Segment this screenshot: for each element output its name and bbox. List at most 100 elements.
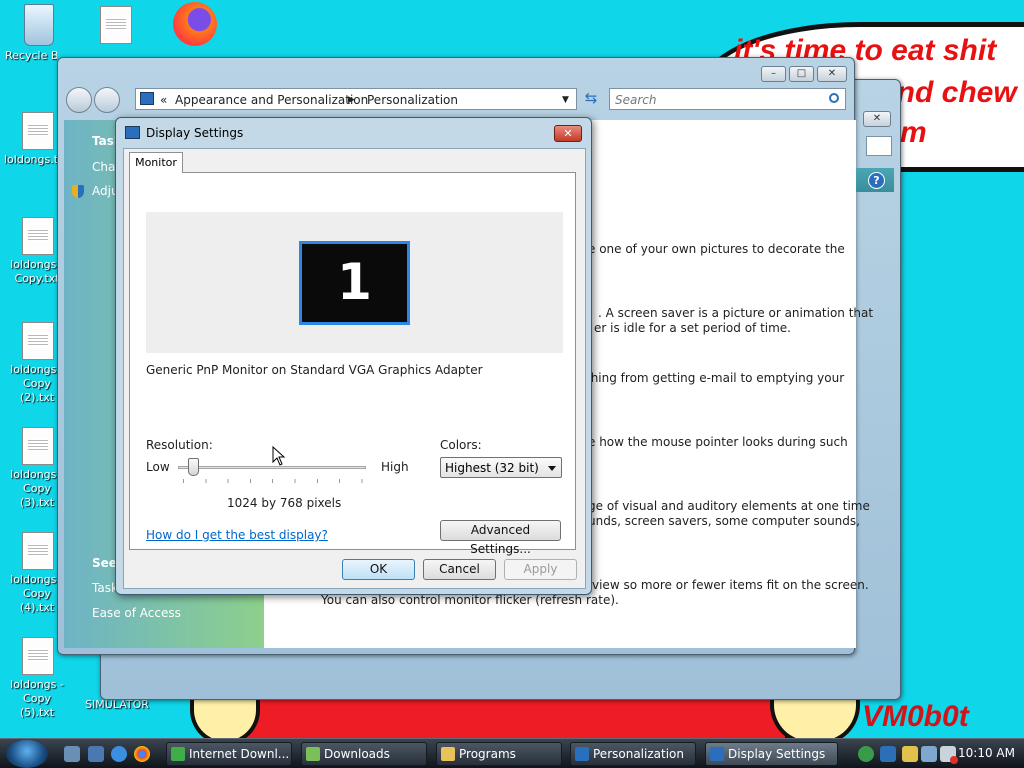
show-desktop-icon[interactable] bbox=[64, 746, 80, 762]
content-line: er is idle for a set period of time. bbox=[594, 321, 791, 335]
tray-folder-icon[interactable] bbox=[902, 746, 918, 762]
search-input[interactable]: Search bbox=[609, 88, 846, 110]
download-manager-icon bbox=[171, 747, 185, 761]
folder-icon bbox=[441, 747, 455, 761]
close-button[interactable]: ✕ bbox=[554, 125, 582, 142]
volume-muted-icon[interactable] bbox=[940, 746, 958, 764]
apply-button[interactable]: Apply bbox=[504, 559, 577, 580]
tray-network-icon[interactable] bbox=[921, 746, 937, 762]
desktop-icon-recycle-bin[interactable]: Recycle Bin bbox=[5, 4, 73, 63]
wallpaper-text-line3: m bbox=[900, 116, 927, 149]
ok-button[interactable]: OK bbox=[342, 559, 415, 580]
content-line: e one of your own pictures to decorate t… bbox=[588, 242, 845, 256]
taskbar-item-label: Programs bbox=[459, 747, 516, 761]
search-icon[interactable] bbox=[829, 93, 839, 103]
sidebar-item-ease-of-access[interactable]: Ease of Access bbox=[92, 606, 181, 620]
taskbar-item-label: Display Settings bbox=[728, 747, 826, 761]
breadcrumb-personalization[interactable]: Personalization bbox=[367, 93, 458, 107]
taskbar-item-personalization[interactable]: Personalization bbox=[570, 742, 696, 766]
background-search-box[interactable] bbox=[866, 136, 892, 156]
chevron-down-icon bbox=[548, 466, 556, 471]
tab-monitor[interactable]: Monitor bbox=[129, 152, 183, 173]
taskbar-item-label: Internet Downl... bbox=[189, 747, 290, 761]
minimize-button[interactable]: – bbox=[761, 66, 786, 82]
internet-explorer-icon[interactable] bbox=[111, 746, 127, 762]
resolution-high-label: High bbox=[381, 460, 409, 474]
forward-button[interactable] bbox=[94, 87, 120, 113]
taskbar-item-programs[interactable]: Programs bbox=[436, 742, 562, 766]
firefox-icon bbox=[173, 2, 217, 46]
taskbar-item-downloads[interactable]: Downloads bbox=[301, 742, 427, 766]
desktop-icon-label: loldongs.txt bbox=[4, 153, 62, 166]
display-settings-dialog[interactable]: Display Settings ✕ Monitor 1 Generic PnP… bbox=[115, 117, 592, 595]
sidebar-item-change[interactable]: Cha bbox=[92, 160, 115, 174]
resolution-slider-ticks bbox=[183, 479, 363, 483]
control-panel-icon bbox=[575, 747, 589, 761]
recycle-bin-icon bbox=[24, 4, 54, 46]
cancel-button[interactable]: Cancel bbox=[423, 559, 496, 580]
mute-badge-icon bbox=[950, 756, 958, 764]
taskbar-item-label: Personalization bbox=[593, 747, 684, 761]
clock[interactable]: 10:10 AM bbox=[958, 746, 1015, 760]
start-button[interactable] bbox=[6, 740, 48, 768]
monitor-name: Generic PnP Monitor on Standard VGA Grap… bbox=[146, 363, 483, 377]
advanced-settings-button[interactable]: Advanced Settings... bbox=[440, 520, 561, 556]
text-file-icon bbox=[100, 6, 132, 44]
control-panel-icon bbox=[140, 92, 154, 105]
taskbar-item-internet-download[interactable]: Internet Downl... bbox=[166, 742, 292, 766]
search-placeholder: Search bbox=[615, 93, 657, 107]
content-line: ge of visual and auditory elements at on… bbox=[588, 499, 870, 513]
content-line: thing from getting e-mail to emptying yo… bbox=[586, 371, 845, 385]
text-file-icon bbox=[22, 322, 54, 360]
maximize-button[interactable]: □ bbox=[789, 66, 814, 82]
breadcrumb-separator-icon: ▶ bbox=[348, 95, 355, 105]
folder-icon bbox=[306, 747, 320, 761]
tray-network-globe-icon[interactable] bbox=[858, 746, 874, 762]
help-link[interactable]: How do I get the best display? bbox=[146, 528, 328, 542]
refresh-icon[interactable]: ⇆ bbox=[580, 88, 602, 110]
content-line: e how the mouse pointer looks during suc… bbox=[588, 435, 848, 449]
dialog-title: Display Settings bbox=[146, 126, 244, 140]
taskbar: Internet Downl... Downloads Programs Per… bbox=[0, 738, 1024, 768]
resolution-slider-thumb[interactable] bbox=[188, 458, 200, 476]
sidebar-see-also-heading: See bbox=[92, 556, 117, 570]
desktop-icon-firefox[interactable] bbox=[160, 2, 230, 49]
text-file-icon bbox=[22, 112, 54, 150]
resolution-slider-track[interactable] bbox=[178, 466, 366, 469]
close-button[interactable]: ✕ bbox=[863, 111, 891, 127]
text-file-icon bbox=[22, 532, 54, 570]
content-line: . A screen saver is a picture or animati… bbox=[598, 306, 874, 320]
colors-select[interactable]: Highest (32 bit) bbox=[440, 457, 562, 478]
chevron-down-icon[interactable]: ▼ bbox=[562, 95, 569, 105]
close-button[interactable]: ✕ bbox=[817, 66, 847, 82]
content-line: You can also control monitor flicker (re… bbox=[321, 593, 619, 607]
display-icon bbox=[125, 126, 140, 139]
address-bar[interactable]: « Appearance and Personalization ▶ Perso… bbox=[135, 88, 577, 110]
content-line: unds, screen savers, some computer sound… bbox=[588, 514, 860, 528]
text-file-icon bbox=[22, 217, 54, 255]
desktop-icon-label: Recycle Bin bbox=[5, 49, 57, 62]
text-file-icon bbox=[22, 637, 54, 675]
shield-icon bbox=[72, 185, 84, 198]
desktop-icon-file[interactable] bbox=[83, 6, 149, 47]
colors-selected-value: Highest (32 bit) bbox=[445, 461, 539, 475]
breadcrumb-appearance[interactable]: Appearance and Personalization bbox=[175, 93, 368, 107]
tray-monitor-icon[interactable] bbox=[880, 746, 896, 762]
dialog-body: Monitor 1 Generic PnP Monitor on Standar… bbox=[123, 148, 586, 589]
switch-windows-icon[interactable] bbox=[88, 746, 104, 762]
display-icon bbox=[710, 747, 724, 761]
breadcrumb-prefix[interactable]: « bbox=[160, 93, 167, 107]
help-icon[interactable]: ? bbox=[868, 172, 885, 189]
colors-label: Colors: bbox=[440, 438, 482, 452]
back-button[interactable] bbox=[66, 87, 92, 113]
chrome-icon[interactable] bbox=[134, 746, 150, 762]
monitor-1[interactable]: 1 bbox=[299, 241, 410, 325]
desktop-icon-label: loldongs - Copy (5).txt bbox=[10, 678, 64, 719]
resolution-value: 1024 by 768 pixels bbox=[227, 496, 342, 510]
text-file-icon bbox=[22, 427, 54, 465]
content-line: view so more or fewer items fit on the s… bbox=[592, 578, 869, 592]
taskbar-item-label: Downloads bbox=[324, 747, 390, 761]
monitor-preview: 1 bbox=[146, 212, 563, 353]
wallpaper-signature: VM0b0t bbox=[862, 700, 969, 733]
taskbar-item-display-settings[interactable]: Display Settings bbox=[705, 742, 838, 766]
